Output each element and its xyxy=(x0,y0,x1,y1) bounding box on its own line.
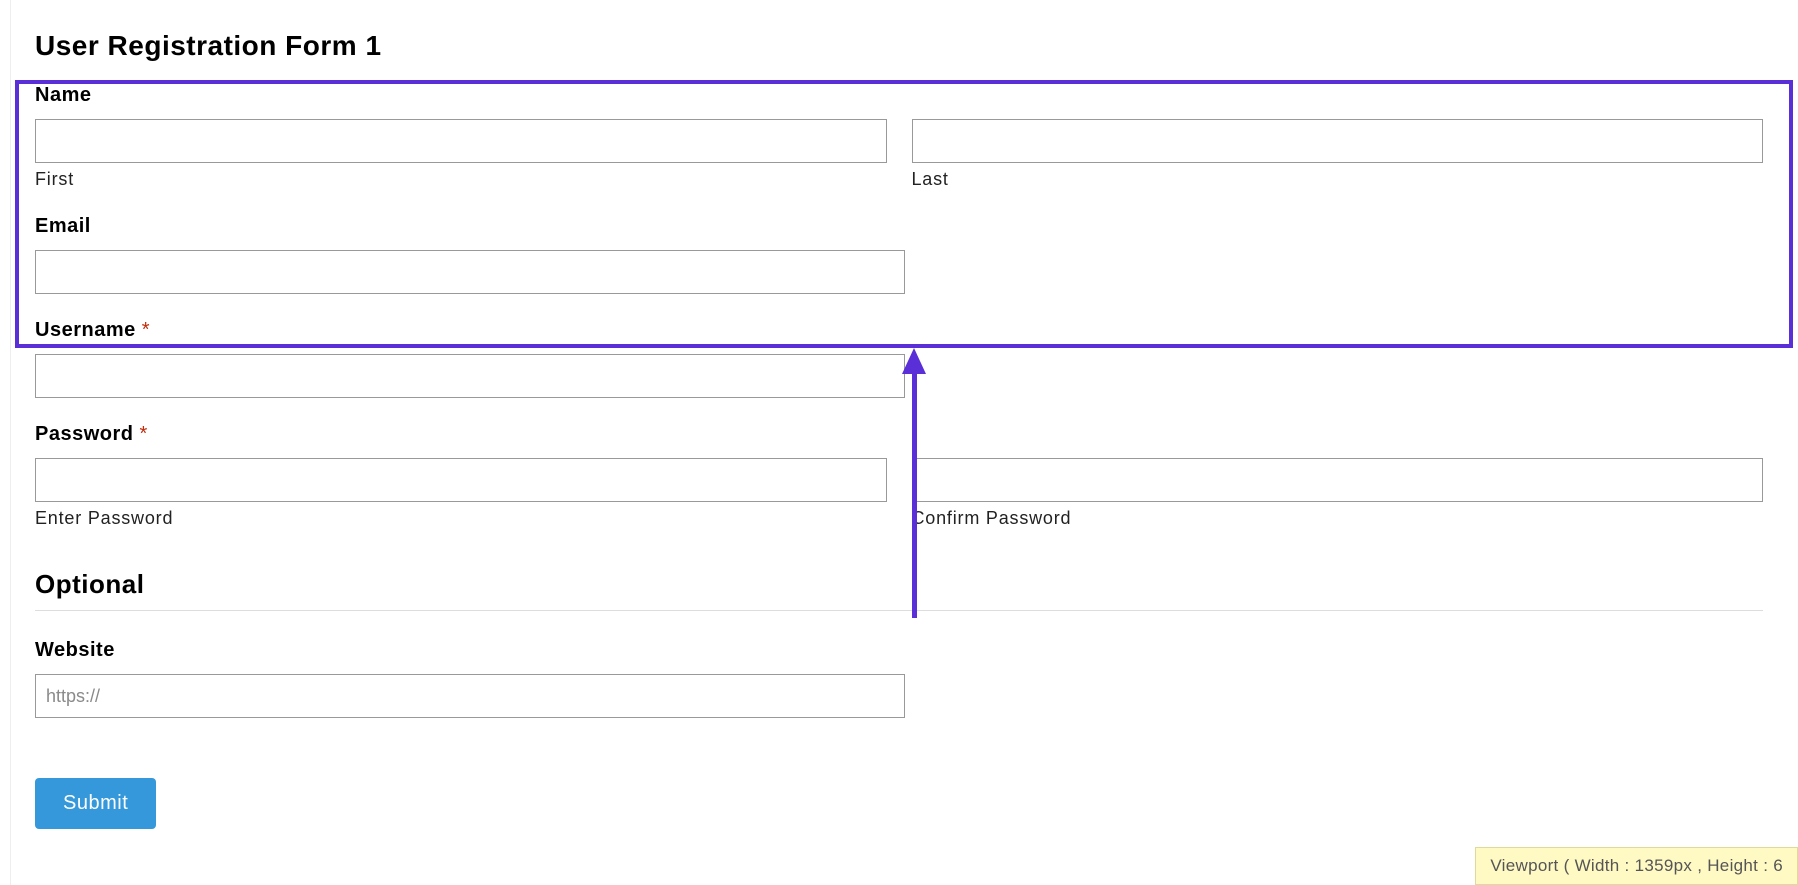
password-input[interactable] xyxy=(35,458,887,502)
email-input[interactable] xyxy=(35,250,905,294)
username-label: Username * xyxy=(35,319,1763,342)
first-name-input[interactable] xyxy=(35,119,887,163)
name-label: Name xyxy=(35,84,1763,107)
website-label: Website xyxy=(35,639,1763,662)
form-container: User Registration Form 1 Name First Last… xyxy=(0,0,1798,829)
password-field-group: Password * Enter Password Confirm Passwo… xyxy=(35,423,1763,529)
viewport-badge: Viewport ( Width : 1359px , Height : 6 xyxy=(1475,847,1798,885)
password-label-text: Password xyxy=(35,423,133,445)
email-label: Email xyxy=(35,215,1763,238)
website-input[interactable] xyxy=(35,674,905,718)
optional-section-title: Optional xyxy=(35,569,1763,600)
confirm-password-sublabel: Confirm Password xyxy=(912,508,1764,529)
confirm-password-input[interactable] xyxy=(912,458,1764,502)
email-field-group: Email xyxy=(35,215,1763,294)
required-mark-icon: * xyxy=(142,319,150,341)
last-name-sublabel: Last xyxy=(912,169,1764,190)
username-input[interactable] xyxy=(35,354,905,398)
username-label-text: Username xyxy=(35,319,136,341)
submit-button[interactable]: Submit xyxy=(35,778,156,829)
required-mark-icon: * xyxy=(140,423,148,445)
form-title: User Registration Form 1 xyxy=(35,30,1763,62)
password-label: Password * xyxy=(35,423,1763,446)
section-divider xyxy=(35,610,1763,611)
last-name-input[interactable] xyxy=(912,119,1764,163)
enter-password-sublabel: Enter Password xyxy=(35,508,887,529)
name-field-group: Name First Last xyxy=(35,84,1763,190)
first-name-sublabel: First xyxy=(35,169,887,190)
website-field-group: Website xyxy=(35,639,1763,718)
username-field-group: Username * xyxy=(35,319,1763,398)
